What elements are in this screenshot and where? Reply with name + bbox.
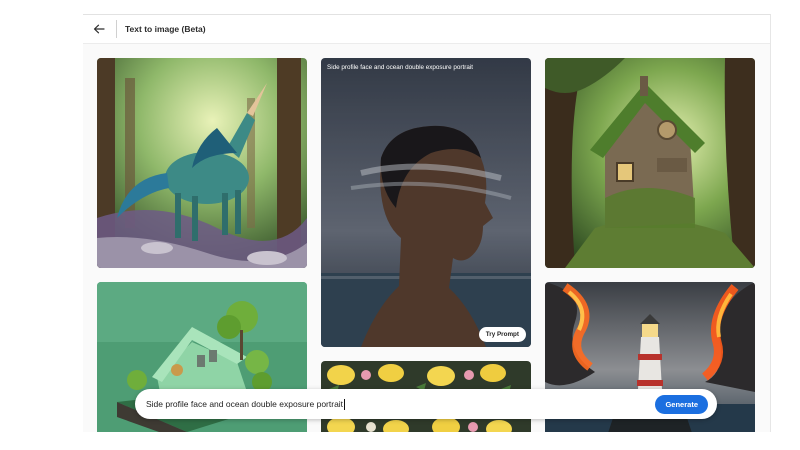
arrow-left-icon xyxy=(93,24,105,34)
page-title: Text to image (Beta) xyxy=(125,24,206,34)
gallery-image-cottage[interactable] xyxy=(545,58,755,268)
header-bar: Text to image (Beta) xyxy=(83,15,770,44)
app-frame: Text to image (Beta) Side profile face a… xyxy=(83,14,771,432)
prompt-caption: Side profile face and ocean double expos… xyxy=(327,64,473,71)
try-prompt-button[interactable]: Try Prompt xyxy=(478,327,526,342)
text-caret xyxy=(344,398,346,410)
gallery-image-portrait[interactable]: Side profile face and ocean double expos… xyxy=(321,58,531,347)
header-divider xyxy=(116,20,117,38)
prompt-input[interactable]: Side profile face and ocean double expos… xyxy=(146,389,655,419)
generate-button[interactable]: Generate xyxy=(655,394,708,414)
prompt-input-text: Side profile face and ocean double expos… xyxy=(146,399,344,409)
prompt-bar: Side profile face and ocean double expos… xyxy=(135,389,717,419)
fairy-cottage-image xyxy=(545,58,755,268)
unicorn-forest-image xyxy=(97,58,307,268)
back-button[interactable] xyxy=(83,15,115,43)
portrait-double-exposure-image xyxy=(321,58,531,347)
gallery-image-unicorn[interactable] xyxy=(97,58,307,268)
